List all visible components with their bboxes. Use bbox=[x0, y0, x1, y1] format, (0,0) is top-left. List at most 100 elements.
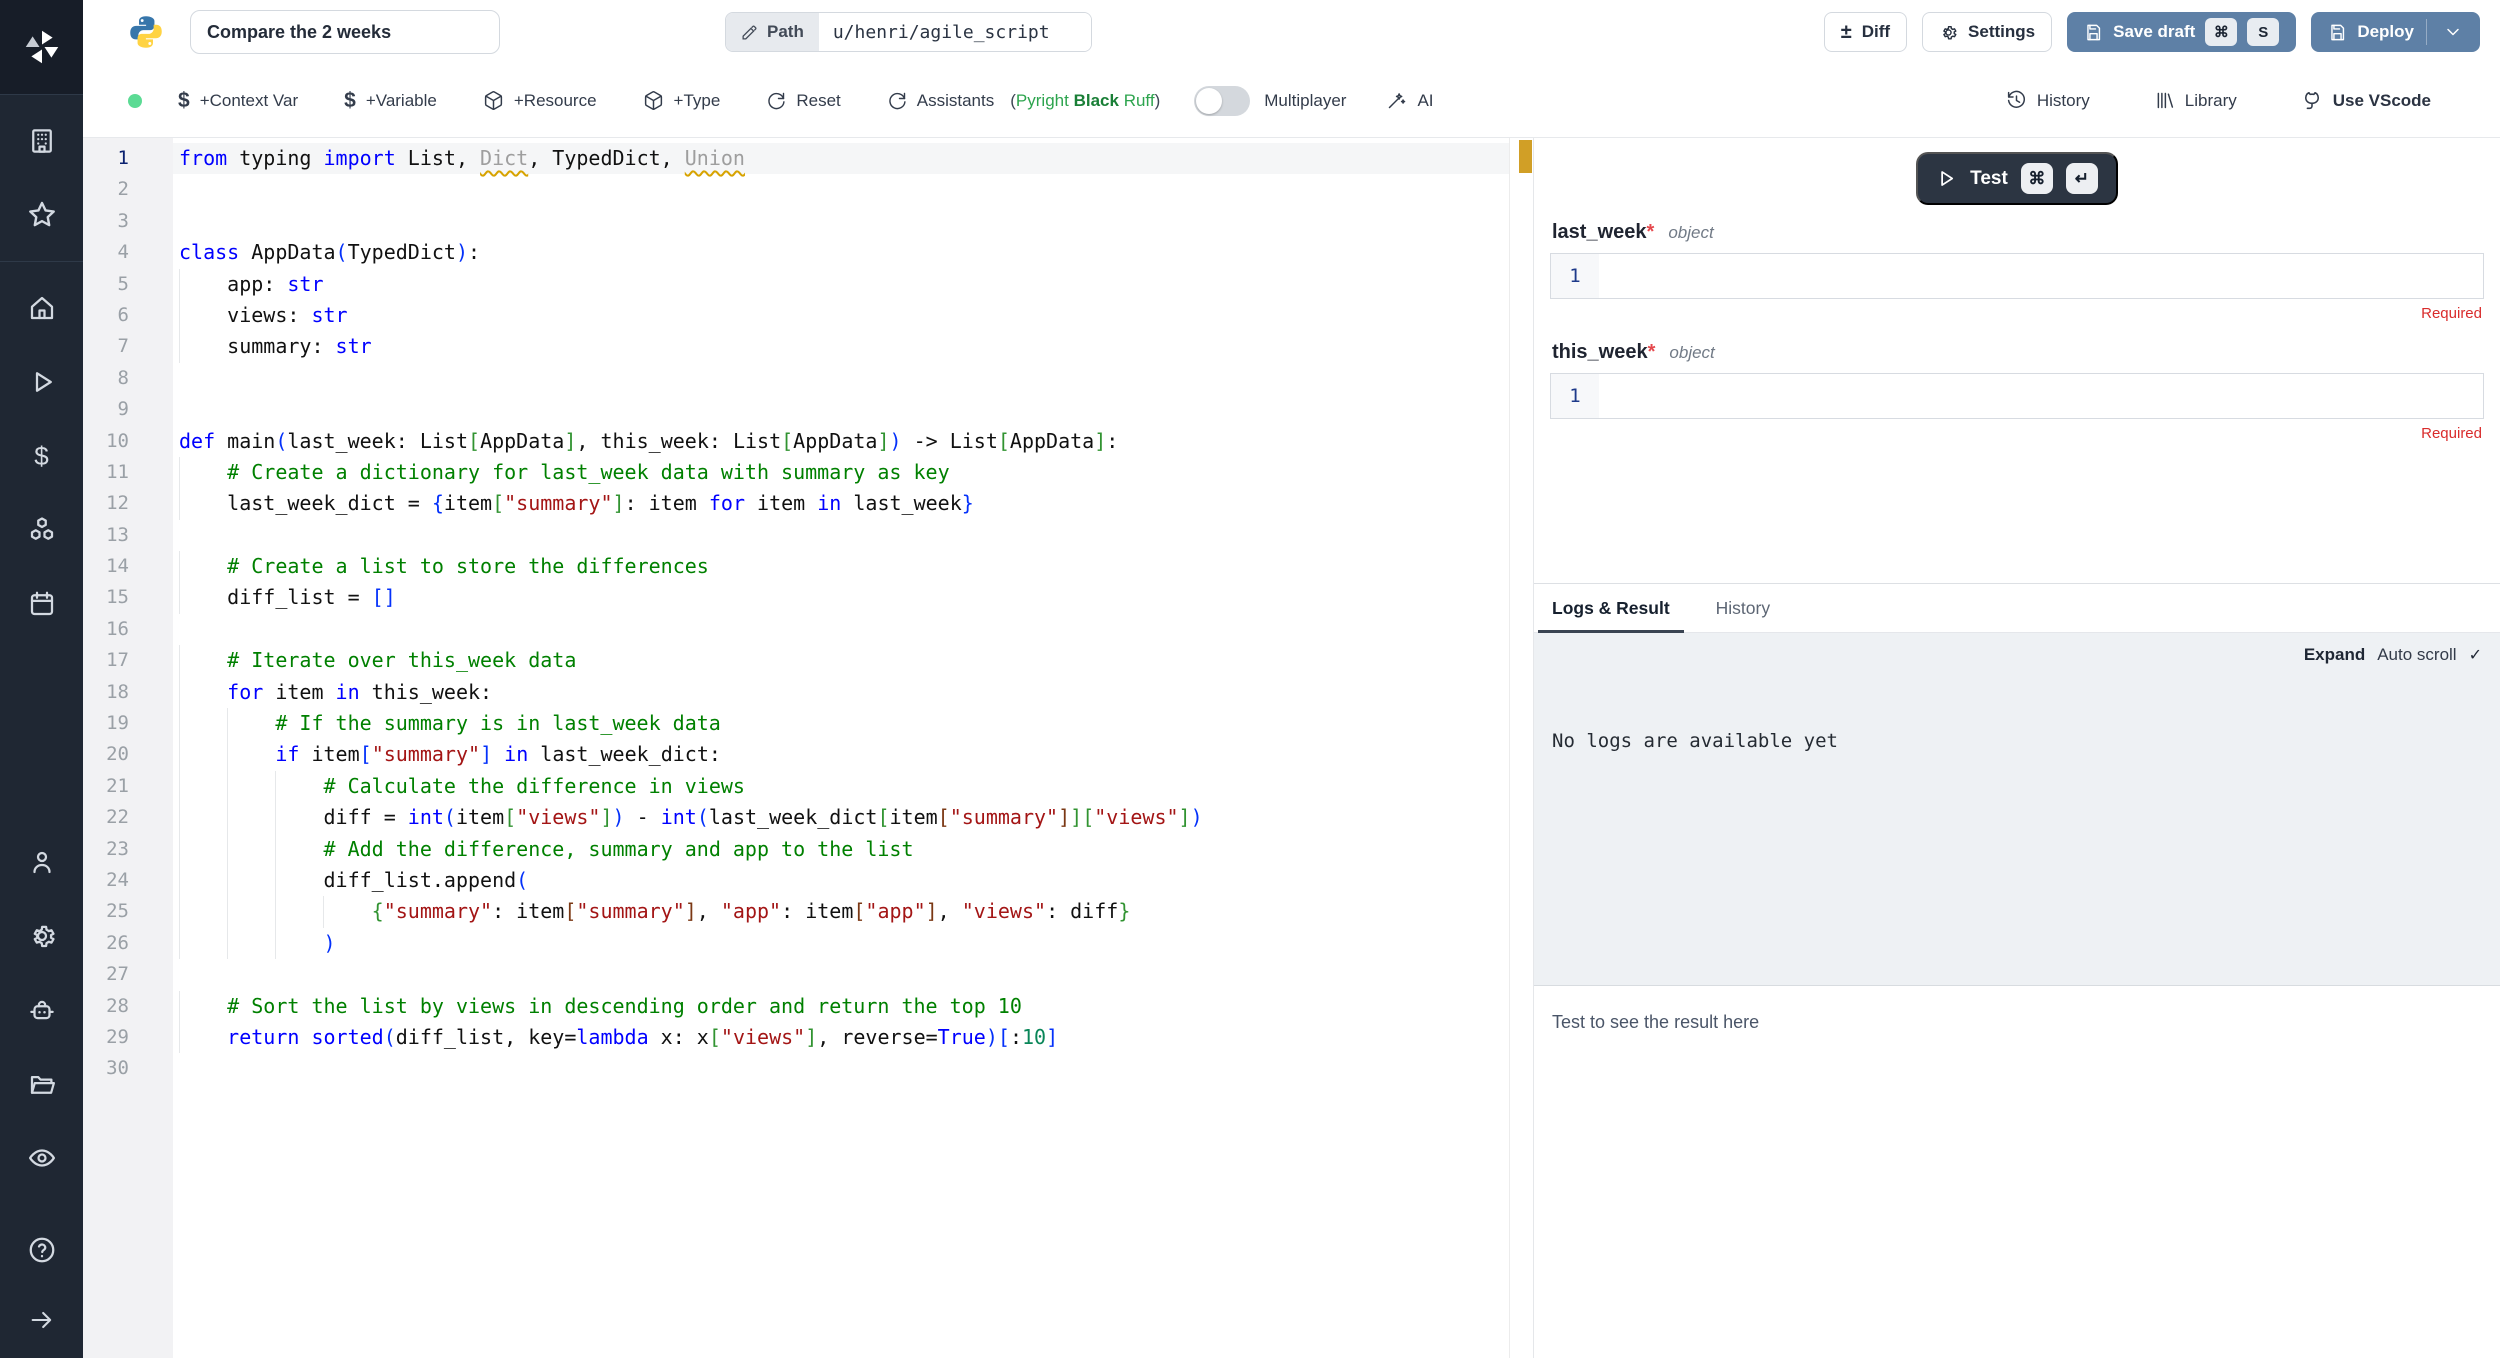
plus-minus-icon: ± bbox=[1841, 22, 1852, 42]
sidebar-item-expand[interactable] bbox=[20, 1300, 64, 1340]
refresh-icon bbox=[766, 91, 786, 111]
test-label: Test bbox=[1970, 168, 2008, 190]
diff-label: Diff bbox=[1862, 22, 1890, 42]
package-icon bbox=[643, 90, 664, 111]
editor-toolbar: $ +Context Var $ +Variable +Resource + bbox=[83, 64, 2500, 138]
script-name-input[interactable] bbox=[190, 10, 500, 54]
sidebar-item-schedules[interactable] bbox=[20, 584, 64, 624]
code-line-6: views: str bbox=[173, 300, 1509, 331]
code-line-16 bbox=[173, 614, 1509, 645]
code-line-23: # Add the difference, summary and app to… bbox=[173, 834, 1509, 865]
code-line-13 bbox=[173, 520, 1509, 551]
code-line-14: # Create a list to store the differences bbox=[173, 551, 1509, 582]
diff-button[interactable]: ± Diff bbox=[1824, 12, 1907, 52]
sidebar: $ bbox=[0, 0, 83, 1358]
code-line-17: # Iterate over this_week data bbox=[173, 645, 1509, 676]
sidebar-item-help[interactable] bbox=[20, 1230, 64, 1270]
history-button[interactable]: History bbox=[2006, 90, 2090, 111]
edit-path-button[interactable]: Path bbox=[726, 13, 819, 51]
building-icon bbox=[27, 126, 57, 156]
line-number: 1 bbox=[1551, 254, 1599, 298]
code-line-7: summary: str bbox=[173, 331, 1509, 362]
dollar-icon: $ bbox=[344, 89, 356, 113]
add-type-button[interactable]: +Type bbox=[643, 90, 721, 111]
save-draft-button[interactable]: Save draft ⌘ S bbox=[2067, 12, 2296, 52]
person-icon bbox=[27, 847, 57, 877]
result-placeholder: Test to see the result here bbox=[1552, 1012, 2482, 1033]
arrow-right-icon bbox=[28, 1306, 56, 1334]
cmd-key-badge: ⌘ bbox=[2021, 163, 2053, 194]
header: Path ± Diff Settings bbox=[83, 0, 2500, 64]
sidebar-item-home[interactable] bbox=[20, 288, 64, 328]
arg-editor-this-week: 1 bbox=[1550, 373, 2484, 419]
logs-panel: Expand Auto scroll ✓ No logs are availab… bbox=[1534, 633, 2500, 985]
sidebar-item-runs[interactable] bbox=[20, 362, 64, 402]
arg-last-week: last_week* object 1 Required bbox=[1550, 221, 2484, 325]
library-icon bbox=[2154, 90, 2175, 111]
code-line-24: diff_list.append( bbox=[173, 865, 1509, 896]
result-tabs: Logs & Result History bbox=[1534, 583, 2500, 633]
dollar-icon: $ bbox=[34, 441, 48, 472]
windmill-logo-icon bbox=[22, 27, 62, 67]
library-button[interactable]: Library bbox=[2154, 90, 2237, 111]
arg-name: last_week* bbox=[1552, 221, 1654, 244]
assistants-button[interactable]: Assistants bbox=[887, 91, 994, 111]
last-week-input[interactable] bbox=[1599, 254, 2483, 298]
library-label: Library bbox=[2185, 91, 2237, 111]
this-week-input[interactable] bbox=[1599, 374, 2483, 418]
code-line-27 bbox=[173, 959, 1509, 990]
settings-button[interactable]: Settings bbox=[1922, 12, 2052, 52]
tab-history[interactable]: History bbox=[1716, 584, 1770, 632]
arg-editor-last-week: 1 bbox=[1550, 253, 2484, 299]
sidebar-item-workers[interactable] bbox=[20, 990, 64, 1030]
code-line-11: # Create a dictionary for last_week data… bbox=[173, 457, 1509, 488]
required-error: Required bbox=[1550, 305, 2482, 325]
package-icon bbox=[483, 90, 504, 111]
python-logo-icon bbox=[128, 14, 164, 50]
deploy-button[interactable]: Deploy bbox=[2311, 12, 2480, 52]
magic-wand-icon bbox=[1386, 90, 1407, 111]
deploy-label: Deploy bbox=[2357, 22, 2414, 42]
history-clock-icon bbox=[2006, 90, 2027, 111]
sidebar-item-resources[interactable] bbox=[20, 510, 64, 550]
star-icon bbox=[26, 199, 58, 231]
use-vscode-button[interactable]: Use VScode bbox=[2301, 90, 2431, 112]
gear-icon bbox=[27, 921, 57, 951]
refresh-icon bbox=[887, 91, 907, 111]
chevron-down-icon[interactable] bbox=[2443, 22, 2463, 42]
path-label: Path bbox=[767, 22, 804, 42]
autoscroll-toggle[interactable]: Auto scroll bbox=[2377, 645, 2456, 665]
calendar-icon bbox=[27, 589, 57, 619]
tab-logs-result[interactable]: Logs & Result bbox=[1552, 584, 1670, 632]
add-variable-button[interactable]: $ +Variable bbox=[344, 89, 437, 113]
pencil-icon bbox=[741, 24, 758, 41]
code-line-26: ) bbox=[173, 928, 1509, 959]
arg-type: object bbox=[1669, 343, 1714, 363]
multiplayer-toggle[interactable] bbox=[1194, 86, 1250, 116]
editor-gutter[interactable]: 1234567891011121314151617181920212223242… bbox=[83, 138, 173, 1358]
required-error: Required bbox=[1550, 425, 2482, 445]
save-icon bbox=[2084, 23, 2103, 42]
reset-button[interactable]: Reset bbox=[766, 91, 840, 111]
ai-label: AI bbox=[1417, 91, 1433, 111]
sidebar-item-audit-logs[interactable] bbox=[20, 1138, 64, 1178]
add-context-var-button[interactable]: $ +Context Var bbox=[178, 89, 298, 113]
ai-button[interactable]: AI bbox=[1386, 90, 1433, 111]
sidebar-item-workspace[interactable] bbox=[20, 121, 64, 161]
expand-button[interactable]: Expand bbox=[2304, 645, 2365, 665]
code-line-29: return sorted(diff_list, key=lambda x: x… bbox=[173, 1022, 1509, 1053]
add-resource-button[interactable]: +Resource bbox=[483, 90, 597, 111]
test-button[interactable]: Test ⌘ ↵ bbox=[1916, 152, 2118, 205]
sidebar-item-users[interactable] bbox=[20, 842, 64, 882]
sidebar-item-variables[interactable]: $ bbox=[20, 436, 64, 476]
sidebar-item-settings[interactable] bbox=[20, 916, 64, 956]
play-icon bbox=[1936, 168, 1957, 189]
sidebar-item-folders[interactable] bbox=[20, 1064, 64, 1104]
windmill-logo[interactable] bbox=[0, 0, 83, 95]
arg-name: this_week* bbox=[1552, 341, 1655, 364]
editor-code[interactable]: from typing import List, Dict, TypedDict… bbox=[173, 138, 1509, 1358]
path-input[interactable] bbox=[819, 13, 1091, 51]
logs-empty-message: No logs are available yet bbox=[1552, 730, 2482, 752]
code-line-19: # If the summary is in last_week data bbox=[173, 708, 1509, 739]
sidebar-item-favorites[interactable] bbox=[20, 195, 64, 235]
